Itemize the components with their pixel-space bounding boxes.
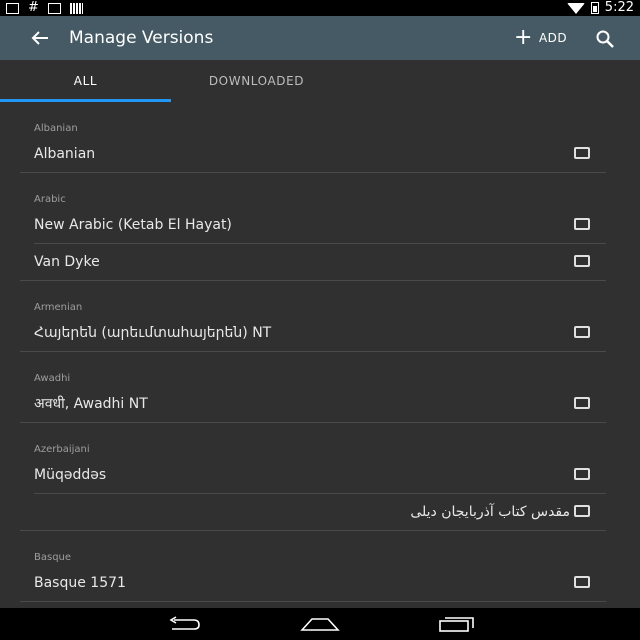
version-label: Müqəddəs [34,467,107,483]
language-header: Azerbaijani [34,444,90,455]
add-button[interactable]: + ADD [514,16,567,60]
language-header: Basque [34,552,72,563]
language-group: Basque Basque 1571 [20,531,606,602]
language-header: Arabic [34,194,66,205]
system-nav-bar [0,608,640,640]
language-group: Awadhi अवधी, Awadhi NT [20,352,606,423]
add-label: ADD [538,31,568,45]
language-header: Awadhi [34,373,71,384]
version-label: مقدس کتاب آذربایجان دیلی [410,504,570,520]
search-icon[interactable] [594,28,616,50]
notification-icons: # [6,0,83,16]
page-title: Manage Versions [69,28,214,48]
message-icon [47,2,61,14]
list-item[interactable]: New Arabic (Ketab El Hayat) [20,207,606,243]
download-checkbox[interactable] [574,505,590,517]
download-checkbox[interactable] [574,397,590,409]
list-item[interactable]: Van Dyke [34,243,606,280]
plus-icon: + [514,25,533,50]
download-checkbox[interactable] [574,326,590,338]
clock: 5:22 [604,0,634,15]
tab-downloaded[interactable]: DOWNLOADED [171,60,342,102]
language-group: Azerbaijani Müqəddəs مقدس کتاب آذربایجان… [20,423,606,531]
back-arrow-icon[interactable] [26,25,54,51]
version-list[interactable]: Albanian Albanian Arabic New Arabic (Ket… [20,102,606,602]
barcode-icon [69,2,83,14]
app-bar: Manage Versions + ADD [0,16,640,60]
tab-all[interactable]: ALL [0,60,171,102]
wifi-icon [566,2,585,14]
language-header: Armenian [34,302,83,313]
list-item[interactable]: Müqəddəs [20,457,606,493]
list-item[interactable]: مقدس کتاب آذربایجان دیلی [34,493,606,530]
language-group: Armenian Հայերեն (արեւմտահայերեն) NT [20,281,606,352]
list-item[interactable]: Հայերեն (արեւմտահայերեն) NT [20,315,606,351]
list-item[interactable]: अवधी, Awadhi NT [20,386,606,422]
version-label: Հայերեն (արեւմտահայերեն) NT [34,325,272,341]
tab-bar: ALL DOWNLOADED [0,60,640,102]
nav-home-icon[interactable] [300,616,340,632]
nav-back-icon[interactable] [166,616,202,632]
download-checkbox[interactable] [574,576,590,588]
version-label: New Arabic (Ketab El Hayat) [34,217,232,233]
download-checkbox[interactable] [574,218,590,230]
version-label: अवधी, Awadhi NT [34,396,148,412]
nav-recents-icon[interactable] [438,616,476,632]
version-label: Basque 1571 [34,575,126,591]
download-checkbox[interactable] [574,147,590,159]
language-group: Arabic New Arabic (Ketab El Hayat) Van D… [20,173,606,281]
version-label: Van Dyke [34,254,100,270]
language-group: Albanian Albanian [20,102,606,173]
battery-icon [590,2,599,14]
hash-icon: # [28,0,39,15]
version-label: Albanian [34,146,96,162]
status-bar: # 5:22 [0,0,640,16]
download-icon [6,2,19,14]
download-checkbox[interactable] [574,468,590,480]
list-item[interactable]: Basque 1571 [20,565,606,601]
language-header: Albanian [34,123,78,134]
download-checkbox[interactable] [574,255,590,267]
list-item[interactable]: Albanian [20,136,606,172]
